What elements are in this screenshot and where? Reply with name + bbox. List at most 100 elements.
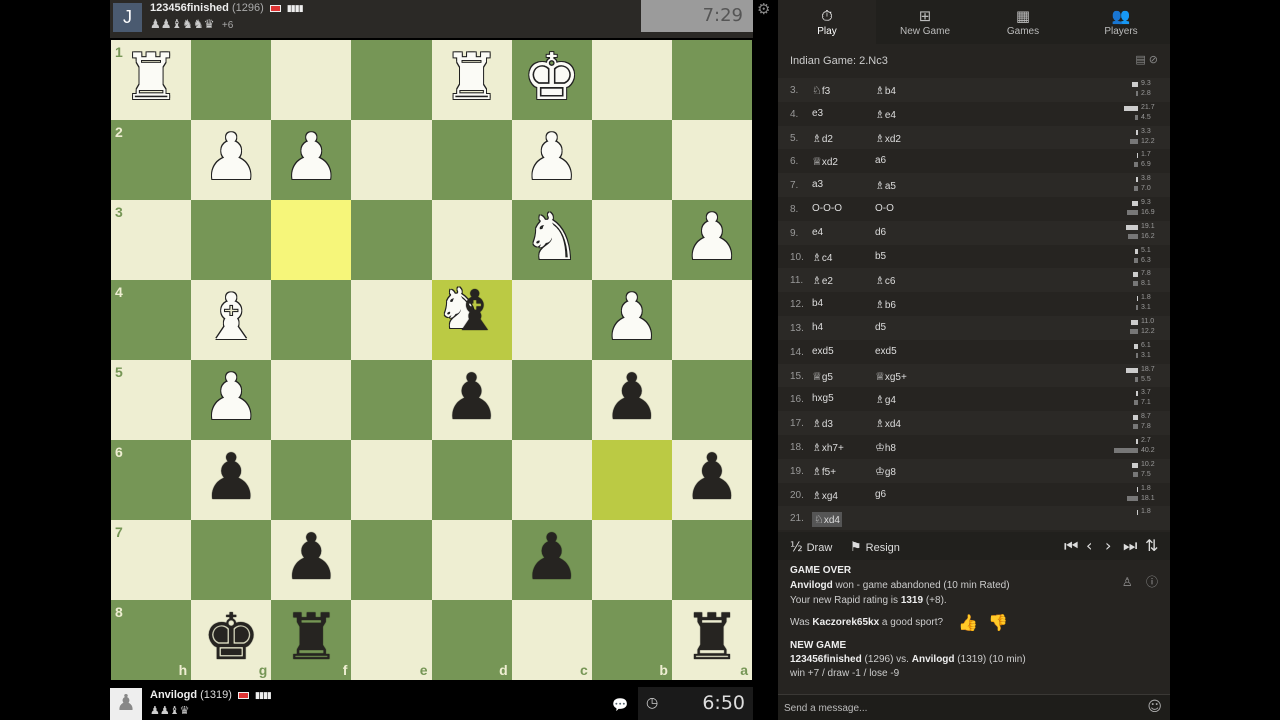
white-piece[interactable]: ♟ (203, 366, 260, 430)
board-square-d7[interactable] (431, 520, 512, 600)
board-square-a7[interactable] (671, 520, 752, 600)
next-move-icon[interactable]: › (1105, 536, 1111, 555)
white-move[interactable]: ♗e2 (812, 274, 833, 287)
black-piece[interactable]: ♟ (203, 446, 260, 510)
black-move[interactable]: ♗e4 (875, 108, 896, 121)
info-icon[interactable]: ⓘ (1146, 575, 1158, 589)
board-square-b1[interactable] (591, 40, 672, 120)
board-square-b5[interactable]: ♟ (591, 360, 672, 440)
white-piece[interactable]: ♟ (603, 286, 660, 350)
board-square-c1[interactable]: ♚ (511, 40, 592, 120)
tab-play[interactable]: ⏱ Play (778, 0, 876, 44)
thumbs-up-icon[interactable]: 👍 (958, 613, 978, 632)
board-square-h8[interactable]: 8h (111, 600, 192, 680)
board-square-f8[interactable]: ♜ f (271, 600, 352, 680)
board-square-d1[interactable]: ♜ (431, 40, 512, 120)
white-move[interactable]: ♗f5+ (812, 465, 836, 478)
board-square-a2[interactable] (671, 120, 752, 200)
white-move[interactable]: h4 (812, 322, 823, 333)
black-move[interactable]: ♕xg5+ (875, 370, 907, 383)
board-square-g2[interactable]: ♟ (191, 120, 272, 200)
white-move[interactable]: b4 (812, 298, 823, 309)
board-square-d2[interactable] (431, 120, 512, 200)
white-piece[interactable]: ♝ (203, 286, 260, 350)
compass-icon[interactable]: ⊘ (1149, 54, 1158, 66)
board-square-b2[interactable] (591, 120, 672, 200)
white-piece[interactable]: ♟ (523, 126, 580, 190)
board-square-c5[interactable] (511, 360, 592, 440)
board-square-g1[interactable] (191, 40, 272, 120)
draw-button[interactable]: ½ Draw (790, 540, 832, 555)
white-move[interactable]: e4 (812, 227, 823, 238)
white-piece[interactable]: ♜ (443, 46, 500, 110)
board-square-a1[interactable] (671, 40, 752, 120)
message-input[interactable] (784, 699, 1144, 717)
overlapping-knight-bishop-pieces[interactable]: ♞ ♝ (436, 282, 508, 354)
white-move[interactable]: ♗c4 (812, 251, 832, 264)
white-piece[interactable]: ♚ (523, 46, 580, 110)
black-piece[interactable]: ♟ (443, 366, 500, 430)
white-move[interactable]: hxg5 (812, 393, 834, 404)
black-piece[interactable]: ♚ (203, 606, 260, 670)
board-square-b3[interactable] (591, 200, 672, 280)
last-move-icon[interactable]: ⏭ (1123, 536, 1137, 556)
white-move[interactable]: e3 (812, 108, 823, 119)
board-square-g3[interactable] (191, 200, 272, 280)
board-square-f5[interactable] (271, 360, 352, 440)
white-move[interactable]: ♘f3 (812, 84, 830, 97)
previous-move-icon[interactable]: ‹ (1086, 536, 1092, 555)
board-square-h5[interactable]: 5 (111, 360, 192, 440)
white-piece[interactable]: ♜ (122, 46, 179, 110)
board-square-b8[interactable]: b (591, 600, 672, 680)
chess-board[interactable]: ♜ 1 ♜ ♚ 2 ♟ ♟ ♟ 3 ♞ ♟ 4 ♝ ♞ ♝ ♟ 5 ♟ ♟ ♟ 6 ♟ ♟ 7 ♟ ♟ 8 h ♚ g ♜ f e d c b ♜ a (111, 40, 752, 680)
opening-name[interactable]: Indian Game: 2.Nc3 (790, 55, 888, 67)
first-move-icon[interactable]: ⏮ (1064, 536, 1078, 556)
black-move[interactable]: a6 (875, 155, 886, 166)
board-square-h6[interactable]: 6 (111, 440, 192, 520)
white-piece[interactable]: ♞ (523, 206, 580, 270)
board-square-a8[interactable]: ♜ a (671, 600, 752, 680)
board-square-e7[interactable] (351, 520, 432, 600)
board-square-h7[interactable]: 7 (111, 520, 192, 600)
board-square-f4[interactable] (271, 280, 352, 360)
board-square-d3[interactable] (431, 200, 512, 280)
book-icon[interactable]: ▤ (1135, 54, 1145, 66)
white-move[interactable]: exd5 (812, 346, 834, 357)
board-square-a5[interactable] (671, 360, 752, 440)
board-square-f1[interactable] (271, 40, 352, 120)
tab-games[interactable]: ▦ Games (974, 0, 1072, 44)
white-move[interactable]: ♗d3 (812, 417, 833, 430)
white-piece[interactable]: ♟ (683, 206, 740, 270)
board-square-b4[interactable]: ♟ (591, 280, 672, 360)
board-square-f7[interactable]: ♟ (271, 520, 352, 600)
tab-new-game[interactable]: ⊞ New Game (876, 0, 974, 44)
black-move[interactable]: b5 (875, 251, 886, 262)
black-move[interactable]: d6 (875, 227, 886, 238)
white-move[interactable]: ♗xh7+ (812, 441, 844, 454)
board-square-g5[interactable]: ♟ (191, 360, 272, 440)
board-square-e5[interactable] (351, 360, 432, 440)
winner-name[interactable]: Anvilogd (790, 580, 833, 591)
board-square-d8[interactable]: d (431, 600, 512, 680)
tab-players[interactable]: 👥 Players (1072, 0, 1170, 44)
black-move[interactable]: ♗xd4 (875, 417, 901, 430)
opponent-name[interactable]: Kaczorek65kx (812, 617, 879, 628)
board-square-c6[interactable] (511, 440, 592, 520)
board-square-c4[interactable] (511, 280, 592, 360)
pawn-avatar-icon[interactable]: ♟ (110, 688, 142, 720)
top-player-avatar[interactable]: J (113, 3, 142, 32)
black-move[interactable]: O-O (875, 203, 894, 214)
board-square-f3[interactable] (271, 200, 352, 280)
black-move[interactable]: ♗c6 (875, 274, 895, 287)
black-move[interactable]: ♔h8 (875, 441, 896, 454)
white-move[interactable]: ♘xd4 (812, 512, 842, 528)
black-piece[interactable]: ♟ (683, 446, 740, 510)
white-move[interactable]: ♕xd2 (812, 155, 838, 168)
analysis-icon[interactable]: ♙ (1122, 575, 1133, 589)
board-square-h1[interactable]: ♜ 1 (111, 40, 192, 120)
white-piece[interactable]: ♟ (203, 126, 260, 190)
white-move[interactable]: a3 (812, 179, 823, 190)
emoji-icon[interactable]: ☺ (1147, 699, 1162, 715)
board-square-f2[interactable]: ♟ (271, 120, 352, 200)
board-square-e6[interactable] (351, 440, 432, 520)
